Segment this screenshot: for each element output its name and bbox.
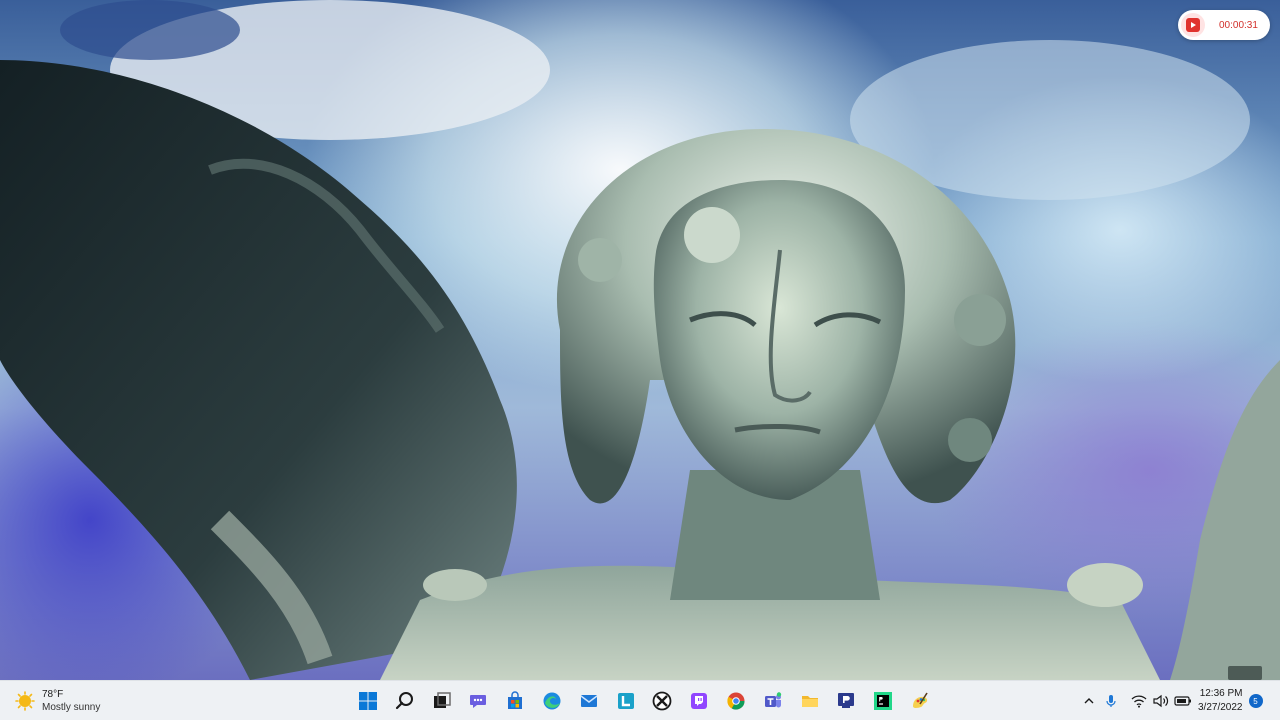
search-icon: [395, 692, 413, 710]
weather-widget[interactable]: 78°F Mostly sunny: [12, 685, 100, 717]
recording-timer: 00:00:31: [1219, 19, 1258, 31]
network-button[interactable]: [1128, 690, 1150, 712]
weather-condition: Mostly sunny: [42, 702, 101, 713]
sun-icon: [15, 691, 35, 711]
chat-button[interactable]: [462, 685, 494, 717]
app-p-button[interactable]: [830, 685, 862, 717]
pycharm-button[interactable]: [867, 685, 899, 717]
l-app-button[interactable]: [610, 685, 642, 717]
show-hidden-icons-button[interactable]: [1078, 690, 1100, 712]
file-explorer-button[interactable]: [794, 685, 826, 717]
battery-button[interactable]: [1172, 690, 1194, 712]
presentation-icon: [838, 693, 855, 708]
clock-date: 3/27/2022: [1198, 702, 1243, 713]
mail-icon: [580, 695, 598, 707]
teams-chat-icon: [470, 695, 487, 708]
angel-statue-image: [0, 0, 1280, 680]
chrome-icon: [727, 692, 745, 710]
screen-recorder-widget[interactable]: 00:00:31: [1178, 10, 1270, 40]
weather-temperature: 78°F: [42, 689, 64, 700]
notification-count-badge[interactable]: 5: [1248, 694, 1263, 708]
paint-button[interactable]: [904, 685, 936, 717]
folder-icon: [801, 696, 818, 707]
desktop-wallpaper: 00:00:31: [0, 0, 1280, 680]
twitch-icon: [691, 693, 708, 709]
teams-icon: [764, 692, 781, 708]
store-icon: [508, 691, 523, 709]
windows-logo-icon: [359, 692, 377, 710]
wifi-icon: [1131, 695, 1147, 708]
edge-button[interactable]: [536, 685, 568, 717]
clock-time: 12:36 PM: [1199, 688, 1243, 699]
pycharm-icon: [874, 692, 893, 710]
task-view-button[interactable]: [426, 685, 458, 717]
chevron-up-icon: [1084, 698, 1094, 704]
speaker-icon: [1153, 694, 1169, 708]
l-app-icon: [617, 693, 634, 709]
system-tray: 12:36 PM 3/27/2022 5: [1078, 685, 1263, 717]
battery-icon: [1174, 696, 1191, 706]
xbox-button[interactable]: [646, 685, 678, 717]
search-button[interactable]: [389, 685, 421, 717]
taskbar-clock[interactable]: 12:36 PM 3/27/2022: [1198, 687, 1243, 715]
volume-button[interactable]: [1150, 690, 1172, 712]
paint-icon: [912, 692, 928, 708]
chrome-button[interactable]: [720, 685, 752, 717]
taskbar: 78°F Mostly sunny 12:36 PM 3/27/2022 5: [0, 680, 1280, 720]
microsoft-store-button[interactable]: [499, 685, 531, 717]
mail-button[interactable]: [573, 685, 605, 717]
task-view-icon: [433, 692, 451, 708]
xbox-icon: [652, 691, 672, 711]
twitch-button[interactable]: [683, 685, 715, 717]
microphone-button[interactable]: [1100, 690, 1122, 712]
start-button[interactable]: [352, 685, 384, 717]
edge-icon: [543, 692, 561, 710]
watermark-logo: [1228, 666, 1262, 680]
teams-button[interactable]: [757, 685, 789, 717]
taskbar-pinned-apps: [352, 685, 941, 717]
microphone-icon: [1106, 695, 1116, 707]
stop-recording-icon[interactable]: [1181, 13, 1205, 37]
